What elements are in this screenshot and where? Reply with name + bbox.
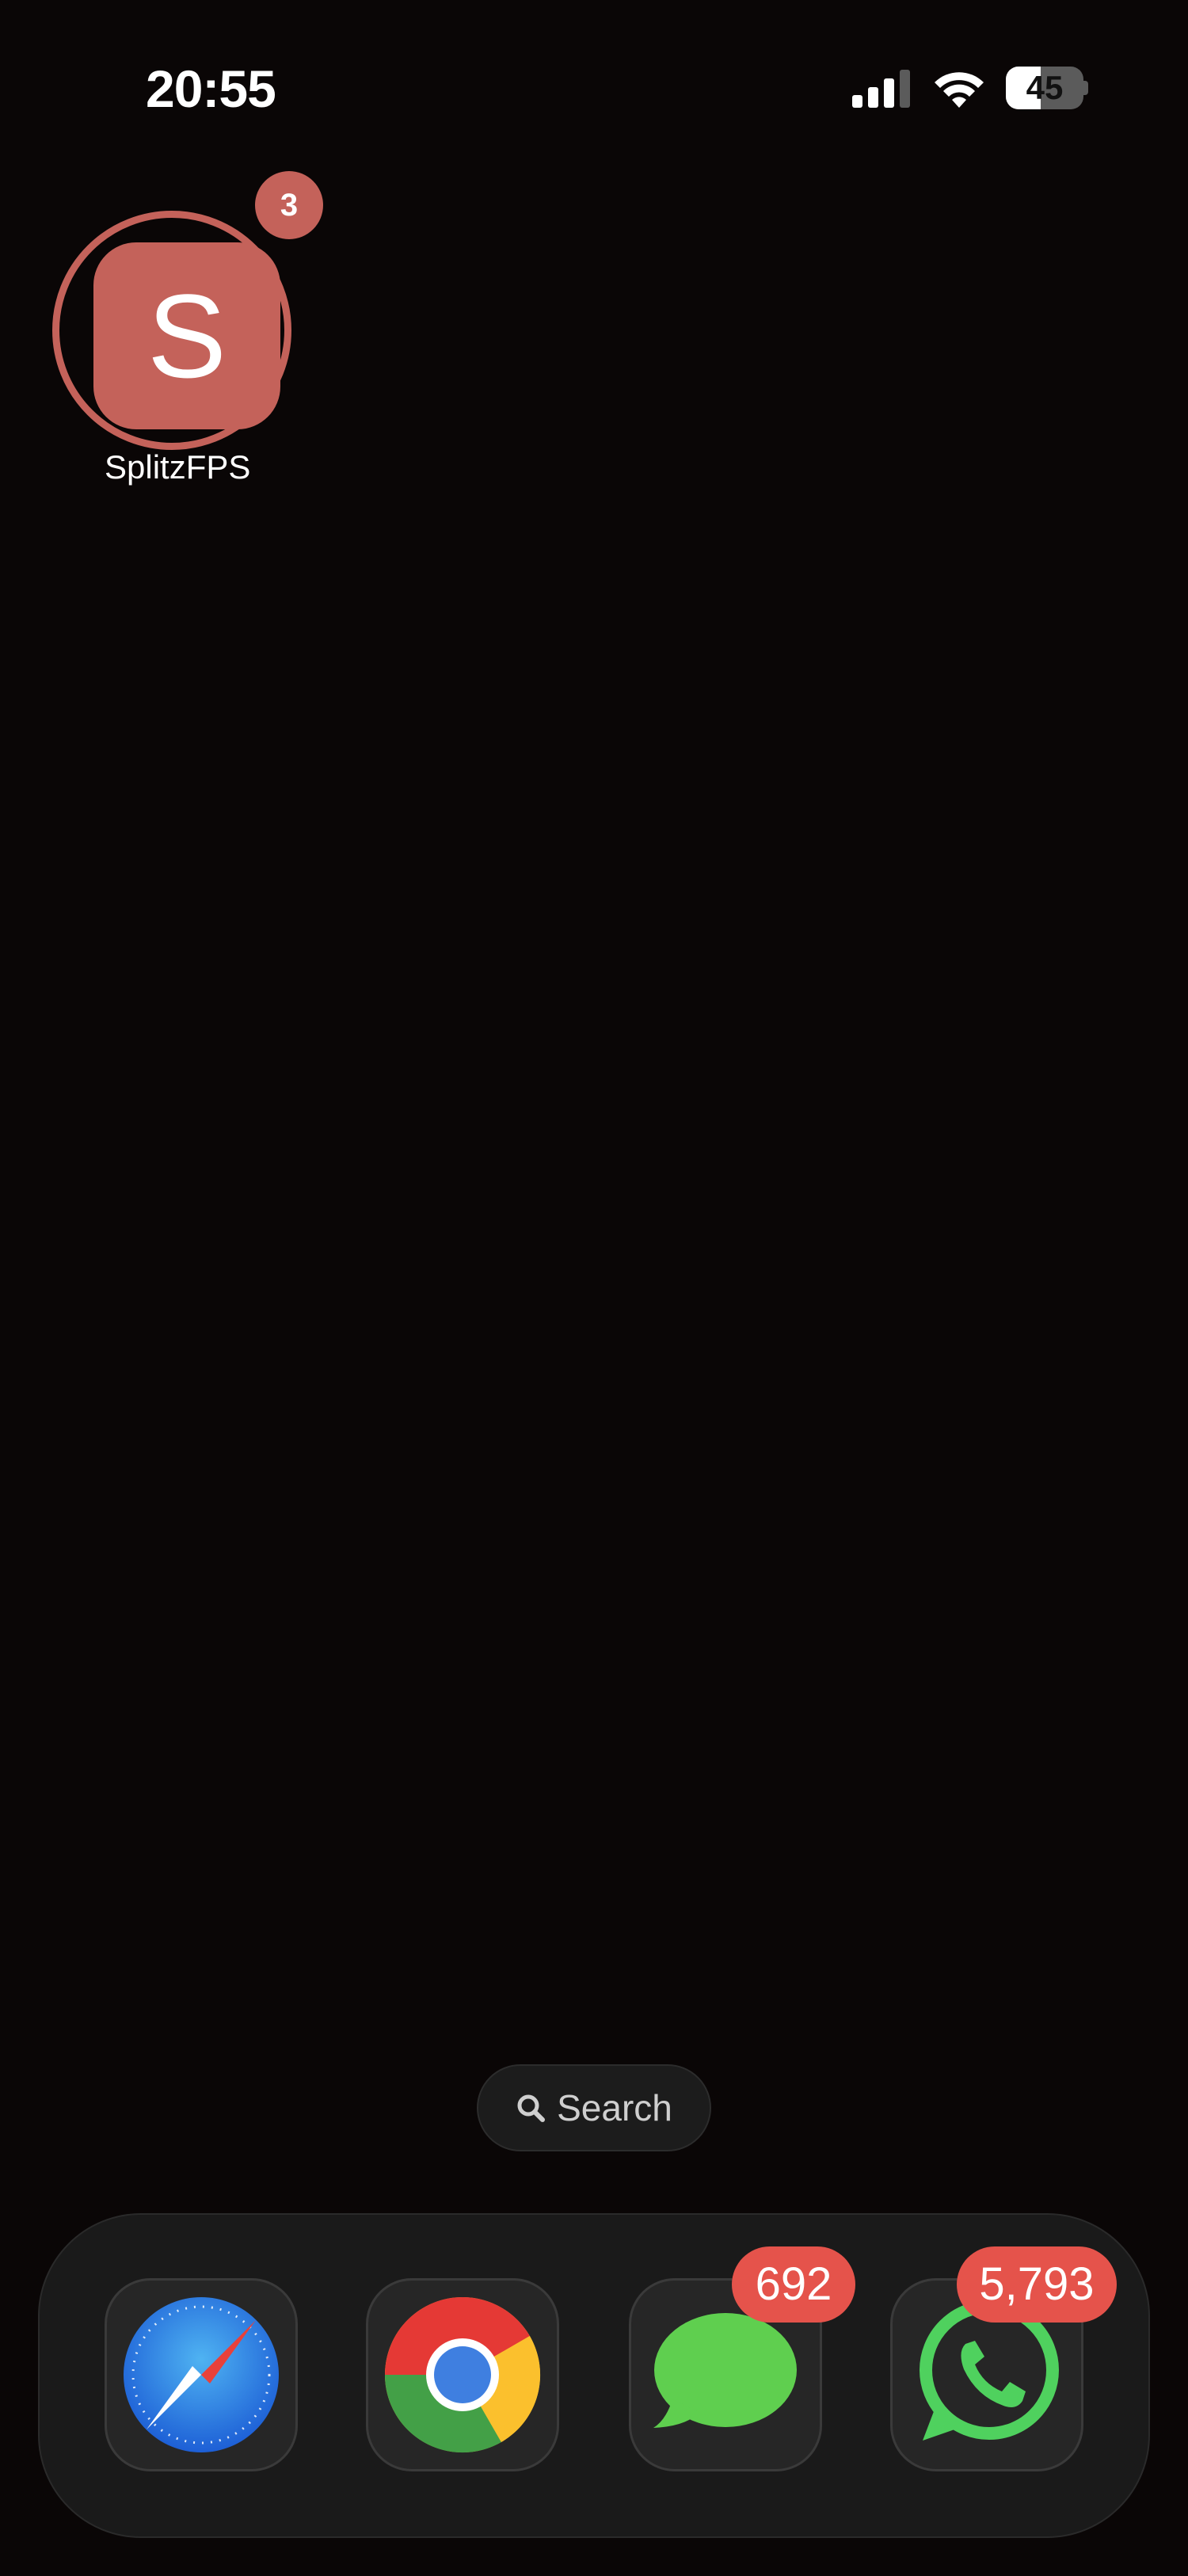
notification-badge: 3: [255, 171, 323, 239]
letter-s-icon[interactable]: S: [93, 242, 280, 429]
app-label: SplitzFPS: [105, 448, 251, 486]
chrome-icon: [384, 2296, 541, 2453]
status-time: 20:55: [146, 59, 276, 118]
dock-app-chrome[interactable]: [366, 2278, 559, 2471]
battery-cap: [1083, 81, 1088, 95]
home-screen: 20:55 45 S 3 SplitzFPS Search 692 5,793: [0, 0, 1188, 2576]
battery-indicator: 45: [1006, 67, 1088, 109]
safari-icon: [124, 2297, 279, 2452]
whatsapp-badge: 5,793: [957, 2246, 1117, 2323]
search-icon: [517, 2094, 546, 2122]
cellular-signal-icon: [852, 70, 910, 108]
search-label: Search: [557, 2087, 672, 2128]
messages-badge: 692: [732, 2246, 855, 2323]
battery-percentage: 45: [1026, 69, 1064, 106]
dock-app-safari[interactable]: [105, 2278, 298, 2471]
app-splitzfps[interactable]: S 3 SplitzFPS: [52, 171, 323, 496]
search-button[interactable]: Search: [477, 2064, 711, 2151]
battery-body: 45: [1006, 67, 1083, 109]
wifi-icon: [935, 72, 984, 108]
